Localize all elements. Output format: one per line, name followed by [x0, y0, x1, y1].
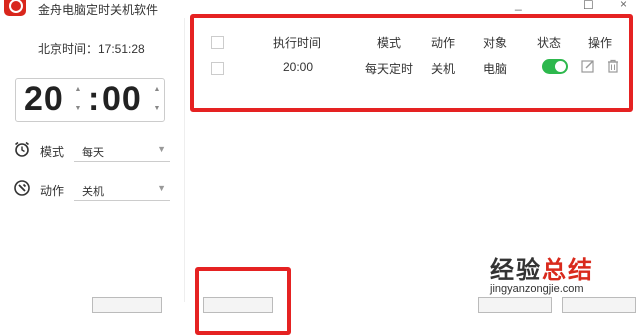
header-operation: 操作 — [588, 36, 613, 50]
bottom-action-button[interactable] — [203, 297, 273, 313]
hour-value[interactable]: 20 — [24, 80, 64, 119]
header-exec-time: 执行时间 — [273, 36, 322, 50]
watermark-title: 经验总结 — [490, 250, 594, 285]
time-picker[interactable]: 20 ▲ ▼ : 00 ▲ ▼ — [15, 78, 165, 122]
add-task-button[interactable] — [92, 297, 162, 313]
action-label: 动作 — [40, 184, 65, 198]
beijing-time-label: 北京时间：17:51:28 — [38, 42, 145, 56]
mode-select[interactable]: 每天 ▼ — [74, 141, 170, 162]
chevron-down-icon: ▼ — [157, 183, 166, 193]
watermark-black-text: 经验 — [490, 257, 542, 284]
time-separator: : — [88, 80, 100, 118]
status-toggle[interactable] — [542, 59, 568, 74]
app-logo-icon — [4, 0, 26, 16]
mode-label: 模式 — [40, 145, 65, 159]
trash-icon[interactable] — [605, 58, 621, 74]
alarm-clock-icon — [15, 141, 29, 157]
action-select[interactable]: 关机 ▼ — [74, 180, 170, 201]
maximize-button[interactable]: ☐ — [583, 0, 594, 12]
header-action: 动作 — [431, 36, 456, 50]
row-target: 电脑 — [483, 62, 508, 76]
header-status: 状态 — [537, 36, 562, 50]
task-table: 执行时间 模式 动作 对象 状态 操作 20:00 每天定时 关机 电脑 — [190, 14, 633, 112]
mode-select-value: 每天 — [82, 147, 104, 159]
window-title: 金舟电脑定时关机软件 — [38, 3, 159, 17]
close-button[interactable]: × — [620, 0, 627, 11]
minute-down-arrow-icon[interactable]: ▼ — [153, 104, 161, 114]
header-target: 对象 — [483, 36, 508, 50]
watermark-url: jingyanzongjie.com — [490, 283, 584, 295]
wrench-icon — [14, 180, 30, 196]
minute-value[interactable]: 00 — [102, 80, 142, 119]
row-mode: 每天定时 — [365, 62, 414, 76]
settings-sidebar: 北京时间：17:51:28 20 ▲ ▼ : 00 ▲ ▼ 模式 每天 ▼ 动作… — [0, 18, 185, 313]
hour-up-arrow-icon[interactable]: ▲ — [74, 85, 82, 95]
row-checkbox[interactable] — [211, 62, 224, 75]
watermark-red-text: 总结 — [542, 257, 594, 284]
header-mode: 模式 — [377, 36, 402, 50]
minimize-button[interactable]: _ — [515, 0, 522, 11]
chevron-down-icon: ▼ — [157, 144, 166, 154]
action-select-value: 关机 — [82, 186, 104, 198]
watermark-logo: 经验总结 jingyanzongjie.com — [490, 247, 640, 302]
hour-down-arrow-icon[interactable]: ▼ — [74, 104, 82, 114]
edit-icon[interactable] — [580, 58, 596, 74]
select-all-checkbox[interactable] — [211, 36, 224, 49]
row-action: 关机 — [431, 62, 456, 76]
row-exec-time: 20:00 — [283, 60, 314, 74]
minute-up-arrow-icon[interactable]: ▲ — [153, 85, 161, 95]
